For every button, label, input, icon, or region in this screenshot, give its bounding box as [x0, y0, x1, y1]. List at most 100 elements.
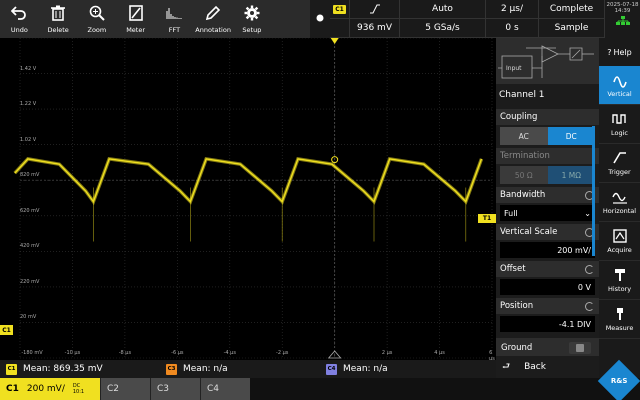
trigger-mode[interactable]: Auto	[400, 0, 486, 19]
x-tick-label: -10 µs	[64, 350, 81, 356]
back-button[interactable]: ⮐ Back	[496, 356, 599, 378]
nav-label: Logic	[611, 129, 628, 137]
channel-2-button[interactable]: C2	[100, 378, 150, 400]
time-offset[interactable]: 0 s	[486, 19, 539, 38]
measurement-c1[interactable]: C1 Mean: 869.35 mV	[0, 360, 160, 378]
channel-3-button[interactable]: C3	[150, 378, 200, 400]
sample-rate[interactable]: 5 GSa/s	[400, 19, 486, 38]
coupling-ac-button[interactable]: AC	[500, 127, 548, 145]
offset-input[interactable]: 0 V	[500, 279, 595, 295]
waveform-plot[interactable]	[0, 38, 496, 360]
network-icon	[615, 16, 630, 25]
delete-label: Delete	[47, 26, 69, 34]
position-header: Position	[496, 298, 599, 314]
channel-settings-panel: Input Channel 1 Coupling AC DC Terminati…	[496, 38, 599, 378]
bandwidth-label: Bandwidth	[500, 190, 546, 200]
coupling-selector: AC DC	[500, 127, 595, 145]
help-label: Help	[613, 47, 632, 57]
status-panel[interactable]: C1 Auto 2 µs/ Complete 936 mV 5 GSa/s 0 …	[330, 0, 605, 38]
setup-button[interactable]: Setup	[233, 0, 272, 38]
diagram-input-label: Input	[506, 65, 522, 72]
termination-1m-button[interactable]: 1 MΩ	[547, 166, 595, 184]
undo-label: Undo	[10, 26, 28, 34]
x-tick-label: 2 µs	[381, 350, 393, 356]
edge-slope-icon[interactable]	[350, 0, 400, 19]
offset-label: Offset	[500, 264, 526, 274]
measurement-bar: C1 Mean: 869.35 mV C3 Mean: n/a C4 Mean:…	[0, 360, 496, 378]
meter-button[interactable]: Meter	[116, 0, 155, 38]
y-tick-label: 420 mV	[20, 243, 40, 250]
history-icon	[614, 269, 625, 281]
nav-history-button[interactable]: History	[599, 261, 640, 300]
bandwidth-header: Bandwidth	[496, 187, 599, 203]
help-button[interactable]: ? Help	[599, 38, 640, 66]
nav-vertical-button[interactable]: Vertical	[599, 66, 640, 105]
bandwidth-dropdown[interactable]: Full ⌄	[500, 205, 595, 221]
panel-scrollbar[interactable]	[592, 126, 595, 256]
acquisition-mode[interactable]: Sample	[539, 19, 605, 38]
nav-acquire-button[interactable]: Acquire	[599, 222, 640, 261]
trigger-strip[interactable]	[310, 0, 330, 38]
nav-label: Horizontal	[602, 207, 637, 215]
measurement-c4[interactable]: C4 Mean: n/a	[320, 360, 496, 378]
trigger-level-marker[interactable]: T1	[478, 214, 496, 223]
y-tick-label: 1.22 V	[20, 101, 37, 108]
toggle-knob	[576, 344, 584, 352]
trigger-level[interactable]: 936 mV	[350, 19, 400, 38]
ground-label: Ground	[501, 343, 533, 353]
measurement-text-c4: Mean: n/a	[343, 364, 388, 374]
fft-button[interactable]: FFT	[155, 0, 194, 38]
position-input[interactable]: -4.1 DIV	[500, 316, 595, 332]
nav-logic-button[interactable]: Logic	[599, 105, 640, 144]
offset-reset-icon[interactable]	[585, 264, 594, 274]
nav-measure-button[interactable]: Measure	[599, 300, 640, 339]
help-icon: ?	[607, 47, 612, 57]
y-tick-label: 20 mV	[20, 314, 37, 321]
nav-horizontal-button[interactable]: Horizontal	[599, 183, 640, 222]
nav-trigger-button[interactable]: Trigger	[599, 144, 640, 183]
channel-1-button[interactable]: C1 200 mV/ DC 10:1	[0, 378, 100, 400]
time-scale[interactable]: 2 µs/	[486, 0, 539, 19]
y-tick-label: 620 mV	[20, 207, 40, 214]
acquisition-status[interactable]: Complete	[539, 0, 605, 19]
undo-button[interactable]: Undo	[0, 0, 39, 38]
ground-toggle[interactable]	[569, 342, 591, 354]
termination-label: Termination	[496, 148, 599, 164]
delete-button[interactable]: Delete	[39, 0, 78, 38]
position-reset-icon[interactable]	[585, 301, 594, 311]
zoom-button[interactable]: Zoom	[78, 0, 117, 38]
coupling-label: Coupling	[496, 109, 599, 125]
status-channel-cell[interactable]: C1	[330, 0, 350, 19]
annotation-button[interactable]: Annotation	[194, 0, 233, 38]
back-label: Back	[524, 362, 546, 372]
channel-4-button[interactable]: C4	[200, 378, 250, 400]
measurement-c3[interactable]: C3 Mean: n/a	[160, 360, 320, 378]
right-navigation: ? Help Vertical Logic Trigger Horizontal Acq…	[597, 38, 640, 400]
right-nav-items: Vertical Logic Trigger Horizontal Acquire His…	[599, 66, 640, 339]
waveform-display[interactable]: 1.62 V1.42 V1.22 V1.02 V820 mV620 mV420 …	[0, 38, 496, 360]
vertical-scale-input[interactable]: 200 mV/	[500, 242, 595, 258]
vertical-scale-label: Vertical Scale	[500, 227, 558, 237]
termination-50-button[interactable]: 50 Ω	[500, 166, 548, 184]
meter-icon	[126, 3, 146, 23]
x-tick-label: -4 µs	[223, 350, 236, 356]
nav-label: Trigger	[608, 168, 631, 176]
channel-1-label: C1	[6, 384, 19, 394]
amplifier-diagram-icon: Input	[498, 45, 594, 79]
measure-icon	[616, 308, 623, 320]
fft-label: FFT	[168, 26, 181, 34]
vertical-scale-header: Vertical Scale	[496, 224, 599, 240]
channel-bar: C1 200 mV/ DC 10:1 C2 C3 C4	[0, 378, 640, 400]
y-tick-label: 1.42 V	[20, 65, 37, 72]
logic-icon	[611, 114, 626, 124]
zoom-label: Zoom	[87, 26, 107, 34]
nav-label: History	[607, 285, 632, 293]
nav-label: Measure	[605, 324, 634, 332]
coupling-dc-button[interactable]: DC	[547, 127, 595, 145]
undo-icon	[9, 3, 29, 23]
channel-1-marker[interactable]: C1	[0, 325, 13, 335]
panel-title: Channel 1	[496, 84, 599, 106]
bandwidth-value: Full	[504, 208, 518, 218]
nav-label: Acquire	[607, 246, 632, 254]
chevron-down-icon: ⌄	[584, 208, 591, 218]
